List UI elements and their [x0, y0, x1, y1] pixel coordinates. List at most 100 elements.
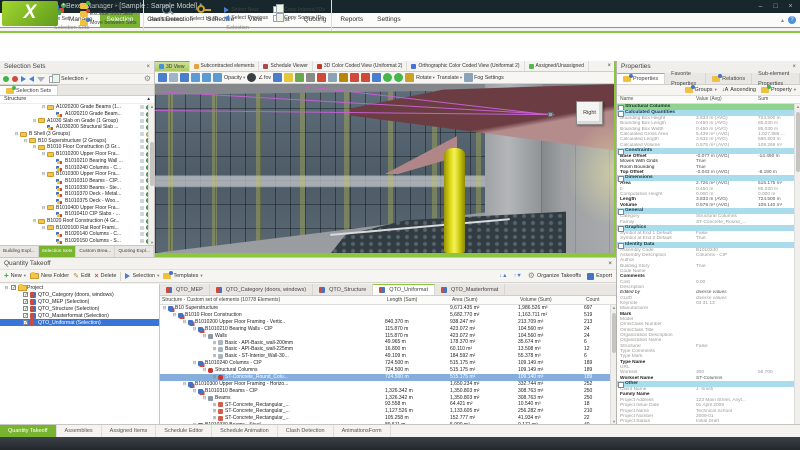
takeoff-tree-item[interactable]: ✓QTO_Masterformat (Selection) — [0, 312, 159, 319]
tree-item[interactable]: B1010310 Beams - CIP... — [0, 178, 154, 185]
export-button[interactable]: Export — [587, 273, 612, 280]
takeoff-table-row[interactable]: ⊟Beams1,326.342 m1,350.803 m²308.763 m³2… — [160, 395, 616, 402]
expander-icon[interactable]: ⊟ — [202, 367, 207, 374]
tree-item[interactable]: B1020150 Columns - S... — [0, 238, 154, 245]
select-remove-icon[interactable] — [29, 76, 34, 82]
new-folder-button[interactable]: New Folder — [30, 273, 69, 279]
tree-item[interactable]: B1010370 Deck - Metal... — [0, 191, 154, 198]
takeoff-tab-qto-uniformat[interactable]: QTO_Uniformat — [373, 284, 435, 295]
tree-item[interactable]: ⊟B1020100 Flat Roof Frami... — [0, 224, 154, 231]
tree-item[interactable]: A1020210 Grade Beam... — [0, 111, 154, 118]
takeoff-tree-item[interactable]: ⊟✓Project — [0, 284, 159, 291]
column-header-count[interactable]: Count — [586, 297, 616, 303]
select-modes-icon[interactable] — [180, 73, 189, 82]
takeoff-column-headers[interactable]: Structure - Custom set of elements (1077… — [160, 296, 616, 305]
takeoff-tree-item[interactable]: ✓QTO_MEP (Selection) — [0, 298, 159, 305]
view-tab-3d-color-coded-view-uniformat-2-[interactable]: 3D Color Coded View (Uniformat 2) — [313, 61, 408, 71]
workspace-tab-animationsform[interactable]: AnimationsForm — [334, 425, 391, 437]
tree-item[interactable]: B1010330 Beams - Ste... — [0, 184, 154, 191]
expander-icon[interactable]: ⊟ — [41, 205, 46, 211]
expander-icon[interactable]: ⊟ — [32, 118, 37, 124]
workspace-tab-schedule-editor[interactable]: Schedule Editor — [156, 425, 212, 437]
expander-icon[interactable]: ⊞ — [212, 402, 217, 409]
takeoff-table-row[interactable]: ⊞ST-Concrete_Round_Colu...724.500 m515.1… — [160, 374, 616, 381]
close-view-icon[interactable]: × — [604, 61, 614, 71]
takeoff-table-scrollbar[interactable]: ▲ ▼ — [610, 305, 616, 424]
expander-icon[interactable]: ⊟ — [41, 151, 46, 157]
expander-icon[interactable]: ⊟ — [4, 285, 9, 291]
property-section-general[interactable]: General — [617, 208, 800, 214]
takeoff-table-row[interactable]: ⊟B1010210 Bearing Walls - CIP115.870 m42… — [160, 326, 616, 333]
properties-tab-sub-element-properties[interactable]: Sub-element Properties — [752, 73, 800, 84]
ribbon-tab-reports[interactable]: Reports — [333, 13, 370, 27]
takeoff-table-row[interactable]: ⊟B1010310 Beams - CIP1,326.342 m1,350.80… — [160, 388, 616, 395]
opacity-dropdown[interactable]: Opacity▾ — [224, 75, 245, 81]
checkbox[interactable]: ✓ — [11, 285, 16, 290]
render-sphere-icon[interactable] — [247, 73, 256, 82]
new-button[interactable]: +New▾ — [4, 272, 26, 280]
tree-item[interactable]: ⊟B1020 Roof Construction (4 Gr... — [0, 218, 154, 225]
select-next-button[interactable]: Select Next — [224, 6, 268, 15]
property-dropdown[interactable]: Property▾ — [761, 87, 796, 93]
magnet-tool-icon[interactable] — [405, 73, 414, 82]
takeoff-table-row[interactable]: ⊟Structural Columns724.500 m515.175 m²10… — [160, 367, 616, 374]
checkbox[interactable]: ✓ — [23, 306, 28, 311]
takeoff-table-row[interactable]: ⊞Basic - ST-Interior_Wall-30...49.109 m1… — [160, 353, 616, 360]
monitor-view-icon[interactable] — [295, 73, 304, 82]
workspace-tab-assigned-items[interactable]: Assigned Items — [102, 425, 157, 437]
tree-item[interactable]: B1010240 Columns - C... — [0, 164, 154, 171]
expander-icon[interactable]: ⊟ — [202, 395, 207, 402]
wrench-blue-icon[interactable] — [372, 73, 381, 82]
column-header-area-sum-[interactable]: Area (Sum) — [452, 297, 520, 303]
expander-icon[interactable]: ⊟ — [192, 360, 197, 367]
pan-view-icon[interactable] — [213, 73, 222, 82]
takeoff-table-row[interactable]: ⊟B1010240 Columns - CIP724.500 m515.175 … — [160, 360, 616, 367]
column-header-length-sum-[interactable]: Length (Sum) — [387, 297, 452, 303]
organize-takeoffs-button[interactable]: ⚙Organize Takeoffs — [528, 272, 581, 280]
expander-icon[interactable]: ⊟ — [14, 131, 19, 137]
takeoff-table-row[interactable]: ⊞ST-Concrete_Rectangular_...1,127.526 m1… — [160, 408, 616, 415]
properties-tab-favorite-properties[interactable]: Favorite Properties — [665, 73, 706, 84]
exclude-from-sets-button[interactable]: Exclude from Sets▾ — [80, 10, 137, 19]
takeoff-tree-item[interactable]: ✓QTO_Uniformat (Selection) — [0, 319, 159, 326]
expander-icon[interactable]: ⊟ — [41, 104, 46, 110]
panel-tab-quoting-expl-[interactable]: Quoting Expl... — [115, 246, 153, 257]
select-arrow-icon[interactable] — [158, 73, 167, 82]
gear-icon[interactable]: ⚙ — [144, 75, 151, 83]
property-section-graphics[interactable]: Graphics — [617, 225, 800, 231]
column-header-value-avg-[interactable]: Value (Avg) — [696, 96, 758, 103]
takeoff-table-row[interactable]: ⊞ST-Concrete_Rectangular_...105.258 m152… — [160, 415, 616, 422]
property-section-other[interactable]: Other — [617, 381, 800, 387]
rotate-dropdown[interactable]: Rotate▾ — [416, 75, 435, 81]
view-tab-3d-view[interactable]: 3D View — [155, 61, 190, 71]
panel-close-icon[interactable]: × — [146, 61, 150, 73]
expander-icon[interactable]: ⊟ — [41, 225, 46, 231]
tree-item[interactable]: A1030200 Structural Slab ... — [0, 124, 154, 131]
tree-item[interactable]: ⊟B1010200 Upper Floor Fra... — [0, 151, 154, 158]
sort-ascending-button[interactable]: ↓AAscending — [722, 87, 756, 93]
expander-icon[interactable]: ⊟ — [192, 326, 197, 333]
selection-dropdown[interactable]: Selection▾ — [61, 76, 88, 82]
takeoff-tree-item[interactable]: ✓QTO_Structure (Selection) — [0, 305, 159, 312]
expander-icon[interactable]: ⊞ — [212, 415, 217, 422]
templates-dropdown[interactable]: Templates▾ — [163, 273, 202, 279]
crosshair-icon[interactable] — [350, 73, 359, 82]
grid-red-icon[interactable] — [317, 73, 326, 82]
tree-item[interactable]: B1010210 Bearing Wall ... — [0, 158, 154, 165]
marquee-select-icon[interactable] — [169, 73, 178, 82]
expander-icon[interactable]: ⊟ — [162, 305, 167, 312]
edit-button[interactable]: ✎Edit — [73, 273, 90, 280]
expander-icon[interactable]: ⊟ — [32, 144, 37, 150]
tree-item[interactable]: ⊟A1030 Slab on Grade (1 Group) — [0, 117, 154, 124]
selection-tree-scrollbar[interactable]: ▲ ▼ — [148, 104, 154, 245]
checkbox[interactable]: ✓ — [23, 313, 28, 318]
takeoff-tab-qto-structure[interactable]: QTO_Structure — [313, 284, 373, 295]
workspace-tab-schedule-animation[interactable]: Schedule Animation — [212, 425, 278, 437]
tree-item[interactable]: ⊟B Shell (3 Groups) — [0, 131, 154, 138]
focus-green-icon[interactable] — [383, 73, 392, 82]
help-icon[interactable]: ? — [788, 16, 796, 24]
navigation-cube[interactable]: Right — [576, 101, 603, 125]
tree-column-header[interactable]: Structure▴ — [0, 96, 154, 104]
delete-button[interactable]: ×Delete — [94, 273, 116, 280]
expander-icon[interactable]: ⊟ — [23, 138, 28, 144]
